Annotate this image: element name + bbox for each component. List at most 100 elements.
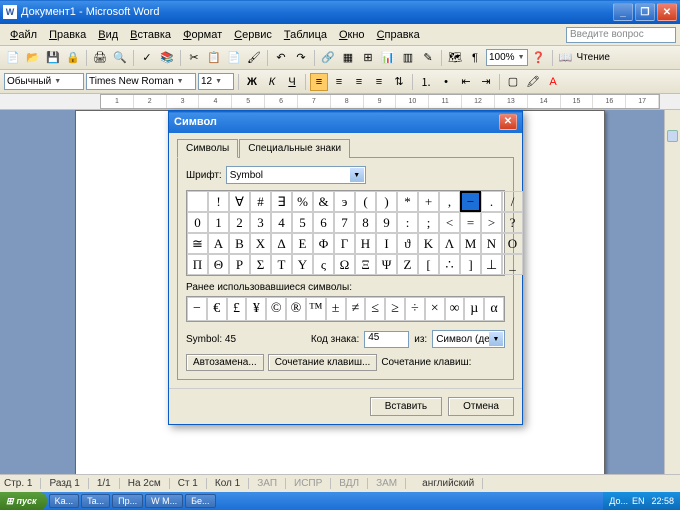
- symbol-cell[interactable]: Ψ: [376, 254, 397, 275]
- symbol-cell[interactable]: Κ: [418, 233, 439, 254]
- symbol-cell[interactable]: Δ: [271, 233, 292, 254]
- symbol-cell[interactable]: .: [481, 191, 502, 212]
- symbol-cell[interactable]: ,: [439, 191, 460, 212]
- undo-icon[interactable]: ↶: [272, 49, 290, 67]
- line-spacing-icon[interactable]: ⇅: [390, 73, 408, 91]
- symbol-cell[interactable]: Ξ: [355, 254, 376, 275]
- symbol-cell[interactable]: Μ: [460, 233, 481, 254]
- paste-icon[interactable]: 📄: [225, 49, 243, 67]
- excel-icon[interactable]: 📊: [379, 49, 397, 67]
- symbol-cell[interactable]: #: [250, 191, 271, 212]
- reading-label[interactable]: Чтение: [577, 52, 610, 63]
- tables-borders-icon[interactable]: ▦: [339, 49, 357, 67]
- taskbar-button[interactable]: Пр...: [112, 494, 143, 508]
- symbol-cell[interactable]: Η: [355, 233, 376, 254]
- symbol-cell[interactable]: 9: [376, 212, 397, 233]
- symbol-cell[interactable]: Ρ: [229, 254, 250, 275]
- indent-icon[interactable]: ⇥: [477, 73, 495, 91]
- recent-symbol-cell[interactable]: ∞: [445, 297, 465, 321]
- symbol-cell[interactable]: 3: [250, 212, 271, 233]
- shortcut-key-button[interactable]: Сочетание клавиш...: [268, 354, 378, 371]
- symbol-cell[interactable]: 5: [292, 212, 313, 233]
- autocorrect-button[interactable]: Автозамена...: [186, 354, 264, 371]
- symbol-cell[interactable]: 2: [229, 212, 250, 233]
- symbol-cell[interactable]: 6: [313, 212, 334, 233]
- reading-icon[interactable]: 📖: [557, 49, 575, 67]
- symbol-cell[interactable]: Φ: [313, 233, 334, 254]
- dialog-close-button[interactable]: ✕: [499, 114, 517, 130]
- menu-формат[interactable]: Формат: [177, 27, 228, 43]
- research-icon[interactable]: 📚: [158, 49, 176, 67]
- tab-symbols[interactable]: Символы: [177, 139, 238, 158]
- symbol-cell[interactable]: _: [502, 254, 523, 275]
- symbol-cell[interactable]: ⊥: [481, 254, 502, 275]
- help-search-box[interactable]: Введите вопрос: [566, 27, 676, 43]
- symbol-cell[interactable]: 0: [187, 212, 208, 233]
- doc-map-icon[interactable]: 🗺: [446, 49, 464, 67]
- symbol-cell[interactable]: Α: [208, 233, 229, 254]
- preview-icon[interactable]: 🔍: [111, 49, 129, 67]
- recent-symbol-cell[interactable]: ≥: [385, 297, 405, 321]
- symbol-cell[interactable]: ): [376, 191, 397, 212]
- recent-symbol-cell[interactable]: ™: [306, 297, 326, 321]
- symbol-cell[interactable]: +: [418, 191, 439, 212]
- borders-icon[interactable]: ▢: [504, 73, 522, 91]
- symbol-cell[interactable]: %: [292, 191, 313, 212]
- recent-symbol-cell[interactable]: ±: [326, 297, 346, 321]
- symbol-cell[interactable]: Ε: [292, 233, 313, 254]
- menu-правка[interactable]: Правка: [43, 27, 92, 43]
- hyperlink-icon[interactable]: 🔗: [319, 49, 337, 67]
- insert-table-icon[interactable]: ⊞: [359, 49, 377, 67]
- status-mode[interactable]: ЗАП: [257, 478, 286, 489]
- symbol-cell[interactable]: &: [313, 191, 334, 212]
- symbol-cell[interactable]: [: [418, 254, 439, 275]
- italic-icon[interactable]: К: [263, 73, 281, 91]
- symbol-cell[interactable]: 7: [334, 212, 355, 233]
- symbol-cell[interactable]: [187, 191, 208, 212]
- symbol-cell[interactable]: Β: [229, 233, 250, 254]
- symbol-cell[interactable]: =: [460, 212, 481, 233]
- underline-icon[interactable]: Ч: [283, 73, 301, 91]
- menu-таблица[interactable]: Таблица: [278, 27, 333, 43]
- symbol-cell[interactable]: ∴: [439, 254, 460, 275]
- symbol-cell[interactable]: 8: [355, 212, 376, 233]
- align-right-icon[interactable]: ≡: [350, 73, 368, 91]
- recent-symbol-cell[interactable]: ¥: [246, 297, 266, 321]
- symbol-cell[interactable]: ]: [460, 254, 481, 275]
- symbol-cell[interactable]: /: [502, 191, 523, 212]
- symbol-cell[interactable]: *: [397, 191, 418, 212]
- symbol-cell[interactable]: Π: [187, 254, 208, 275]
- symbol-cell[interactable]: Σ: [250, 254, 271, 275]
- recent-symbol-cell[interactable]: £: [227, 297, 247, 321]
- highlight-icon[interactable]: 🖍: [524, 73, 542, 91]
- close-button[interactable]: ✕: [657, 3, 677, 21]
- status-mode[interactable]: ЗАМ: [376, 478, 406, 489]
- symbol-cell[interactable]: !: [208, 191, 229, 212]
- dialog-titlebar[interactable]: Символ ✕: [169, 111, 522, 133]
- scrollbar-thumb[interactable]: [667, 130, 678, 142]
- fontsize-combo[interactable]: 12▼: [198, 73, 234, 90]
- align-justify-icon[interactable]: ≡: [370, 73, 388, 91]
- symbol-cell[interactable]: 1: [208, 212, 229, 233]
- status-mode[interactable]: ИСПР: [294, 478, 331, 489]
- font-select-combo[interactable]: Symbol▼: [226, 166, 366, 184]
- symbol-cell[interactable]: Ι: [376, 233, 397, 254]
- copy-icon[interactable]: 📋: [205, 49, 223, 67]
- menu-сервис[interactable]: Сервис: [228, 27, 278, 43]
- cancel-button[interactable]: Отмена: [448, 397, 514, 416]
- taskbar-button[interactable]: W M...: [145, 494, 183, 508]
- zoom-combo[interactable]: 100%▼: [486, 49, 528, 66]
- font-color-icon[interactable]: A: [544, 73, 562, 91]
- taskbar-button[interactable]: Ka...: [49, 494, 80, 508]
- horizontal-ruler[interactable]: 1234567891011121314151617: [0, 94, 680, 110]
- align-center-icon[interactable]: ≡: [330, 73, 348, 91]
- symbol-cell[interactable]: ≅: [187, 233, 208, 254]
- symbol-cell[interactable]: Θ: [208, 254, 229, 275]
- menu-вид[interactable]: Вид: [92, 27, 124, 43]
- tray-item[interactable]: До...: [609, 496, 628, 506]
- recent-symbol-cell[interactable]: α: [484, 297, 504, 321]
- restore-button[interactable]: ❐: [635, 3, 655, 21]
- new-doc-icon[interactable]: 📄: [4, 49, 22, 67]
- print-icon[interactable]: 🖨: [91, 49, 109, 67]
- symbol-cell[interactable]: Ω: [334, 254, 355, 275]
